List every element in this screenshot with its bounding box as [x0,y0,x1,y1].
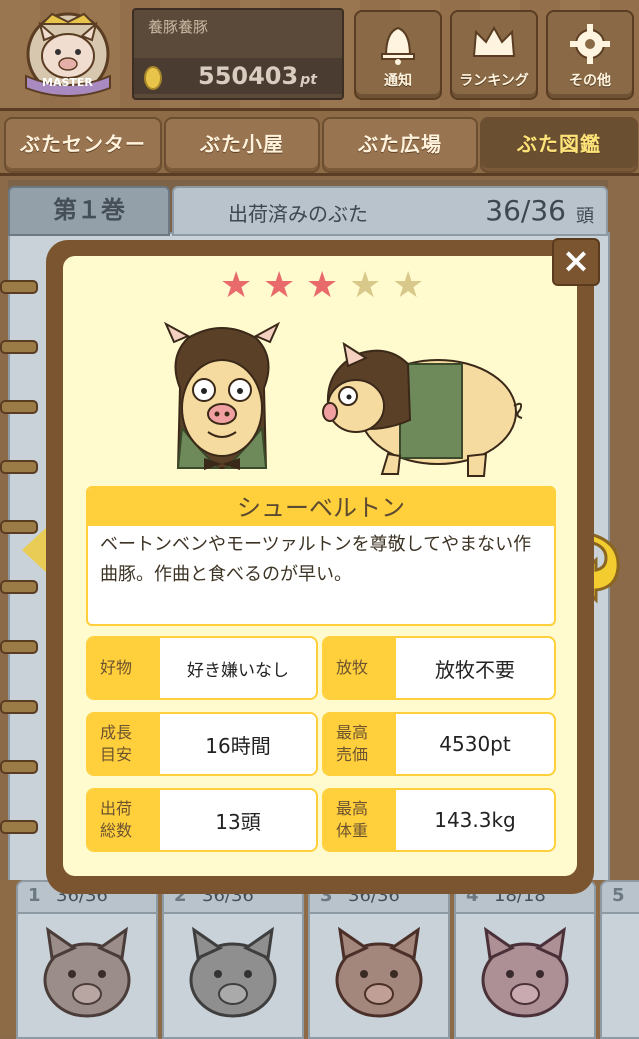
tab-buta-center[interactable]: ぶたセンター [4,117,162,173]
ranking-button[interactable]: ランキング [450,10,538,100]
binder-ring [0,280,38,294]
pig-side-illustration [322,341,523,477]
stat-label: 放牧 [324,638,396,698]
points-row: 550403 pt [134,58,342,94]
star-icon: ★ [349,265,382,306]
points-value: 550403 pt [198,62,317,90]
volume-card-header: 5 [602,882,639,914]
gear-icon [570,24,610,64]
tab-buta-hiroba[interactable]: ぶた広場 [322,117,478,173]
stat-shipped-total: 出荷 総数 13頭 [86,788,318,852]
stat-grazing: 放牧 放牧不要 [322,636,556,700]
stat-favorite-food: 好物 好き嫌いなし [86,636,318,700]
binder-ring [0,460,38,474]
volume-card-3[interactable]: 3 36/36 [308,880,450,1039]
other-button[interactable]: その他 [546,10,634,100]
prev-page-arrow-icon[interactable] [22,526,48,574]
stat-value: 13頭 [215,809,261,834]
binder-ring [0,580,38,594]
volume-card-5[interactable]: 5 [600,880,639,1039]
pig-description: ベートンベンやモーツァルトンを尊敬してやまない作曲豚。作曲と食べるのが早い。 [100,534,532,585]
pig-silhouette-icon [481,926,569,1018]
stat-label: 最高 体重 [324,790,396,850]
notification-label: 通知 [384,73,412,89]
binder-ring [0,340,38,354]
shipped-bar: 出荷済みのぶた 36/36 頭 [172,186,608,236]
binder-ring [0,820,38,834]
pig-silhouette-icon [189,926,277,1018]
notification-button[interactable]: 通知 [354,10,442,100]
volume-card-2[interactable]: 2 36/36 [162,880,304,1039]
crown-icon [472,25,516,57]
stat-value: 4530pt [439,732,511,756]
star-icon: ★ [306,265,339,306]
pig-silhouette-icon [335,926,423,1018]
binder-ring [0,640,38,654]
binder-ring [0,400,38,414]
coin-icon [144,66,162,90]
player-info: 養豚養豚 550403 pt [132,8,344,100]
close-button[interactable]: × [552,238,600,286]
master-badge[interactable]: MASTER [12,10,124,100]
bell-icon [381,26,415,65]
stat-label: 出荷 総数 [88,790,160,850]
ranking-label: ランキング [459,73,529,89]
star-icon: ★ [220,265,253,306]
top-header: MASTER 養豚養豚 550403 pt 通知 ランキング その他 [0,0,639,111]
tab-buta-koya[interactable]: ぶた小屋 [164,117,320,173]
pig-silhouette-icon [43,926,131,1018]
shipped-count: 36/36 [485,194,566,227]
stat-value: 放牧不要 [435,657,515,682]
stat-label: 好物 [88,638,160,698]
volume-card-1[interactable]: 1 36/36 [16,880,158,1039]
binder-ring [0,700,38,714]
tab-buta-zukan[interactable]: ぶた図鑑 [480,117,638,173]
pig-front-illustration [163,321,281,470]
stat-value: 好き嫌いなし [187,660,289,681]
player-name: 養豚養豚 [148,18,209,36]
stat-value: 143.3kg [434,808,516,832]
stat-label: 成長 目安 [88,714,160,774]
close-icon: × [561,241,591,281]
star-icon: ★ [263,265,296,306]
badge-text: MASTER [42,76,93,89]
pig-info-card: シューベルトン ベートンベンやモーツァルトンを尊敬してやまない作曲豚。作曲と食べ… [86,486,556,626]
volume-tab[interactable]: 第１巻 [8,186,170,236]
shipped-label: 出荷済みのぶた [228,202,368,226]
main-tabs: ぶたセンター ぶた小屋 ぶた広場 ぶた図鑑 [0,111,639,176]
volume-number: 5 [612,885,625,906]
stat-value: 16時間 [205,733,271,758]
stat-growth-time: 成長 目安 16時間 [86,712,318,776]
binder-ring [0,760,38,774]
star-icon: ★ [392,265,425,306]
book-header: 第１巻 出荷済みのぶた 36/36 頭 [8,186,608,236]
shipped-unit: 頭 [576,206,594,227]
other-label: その他 [569,73,611,89]
stat-max-weight: 最高 体重 143.3kg [322,788,556,852]
pig-name: シューベルトン [88,488,554,526]
stat-label: 最高 売価 [324,714,396,774]
volume-number: 1 [28,885,41,906]
volume-card-4[interactable]: 4 18/18 [454,880,596,1039]
stat-max-price: 最高 売価 4530pt [322,712,556,776]
rarity-stars: ★ ★ ★ ★ ★ [220,268,430,304]
